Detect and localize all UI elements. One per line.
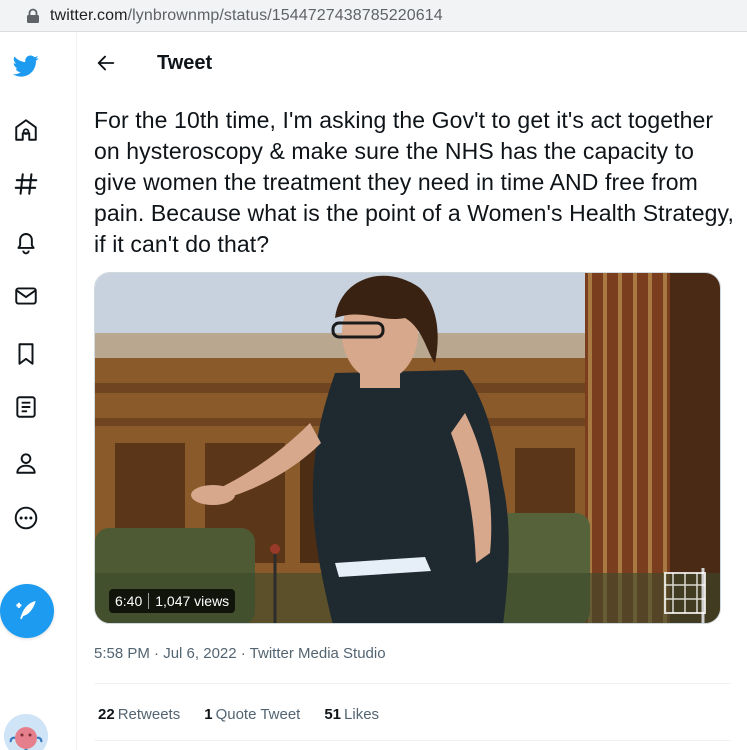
tweet-time[interactable]: 5:58 PM <box>94 645 150 662</box>
url-text[interactable]: twitter.com/lynbrownmp/status/1544727438… <box>50 7 443 25</box>
tweet-text: For the 10th time, I'm asking the Gov't … <box>94 107 734 257</box>
quotes-count: 1 <box>204 706 213 723</box>
notifications-bell-icon[interactable] <box>9 225 43 259</box>
messages-envelope-icon[interactable] <box>9 279 43 313</box>
explore-hashtag-icon[interactable] <box>9 167 43 201</box>
video-thumbnail <box>95 273 720 623</box>
tweet-stats: 22 Retweets 1 Quote Tweet 51 Likes <box>98 706 403 723</box>
home-icon[interactable] <box>9 113 43 147</box>
tweet-date[interactable]: Jul 6, 2022 <box>163 645 236 662</box>
compose-tweet-icon <box>16 601 36 620</box>
likes-label: Likes <box>344 706 380 723</box>
twitter-logo-icon[interactable] <box>9 49 43 83</box>
compose-tweet-button[interactable] <box>0 584 54 638</box>
divider <box>94 683 731 684</box>
account-avatar[interactable] <box>4 714 48 750</box>
sidebar-nav <box>0 32 76 750</box>
divider <box>94 740 731 741</box>
likes-stat[interactable]: 51 Likes <box>324 706 379 723</box>
video-views: 1,047 views <box>155 593 230 609</box>
url-host: twitter.com <box>50 7 128 24</box>
retweets-label: Retweets <box>117 706 181 723</box>
video-info-badge: 6:40 1,047 views <box>109 589 236 613</box>
url-path: /lynbrownmp/status/1544727438785220614 <box>127 7 443 24</box>
url-field[interactable]: twitter.com/lynbrownmp/status/1544727438… <box>4 2 743 30</box>
tweet-metadata: 5:58 PM · Jul 6, 2022 · Twitter Media St… <box>94 645 386 662</box>
retweets-count: 22 <box>98 706 115 723</box>
lists-icon[interactable] <box>9 390 43 424</box>
quote-tweets-stat[interactable]: 1 Quote Tweet <box>204 706 300 723</box>
video-duration: 6:40 <box>109 593 150 609</box>
tweet-source[interactable]: Twitter Media Studio <box>250 645 386 662</box>
page-header: Tweet <box>77 32 747 94</box>
profile-icon[interactable] <box>9 446 43 480</box>
lock-icon[interactable] <box>26 8 42 24</box>
back-arrow-icon <box>97 55 115 71</box>
main-column: Tweet For the 10th time, I'm asking the … <box>76 32 747 750</box>
more-icon[interactable] <box>9 501 43 535</box>
likes-count: 51 <box>324 706 342 723</box>
page-title: Tweet <box>157 52 213 74</box>
meta-separator: · <box>236 645 250 662</box>
quotes-label: Quote Tweet <box>215 706 301 723</box>
bookmarks-icon[interactable] <box>9 337 43 371</box>
meta-separator: · <box>149 645 164 662</box>
back-button[interactable] <box>91 48 121 78</box>
retweets-stat[interactable]: 22 Retweets <box>98 706 180 723</box>
browser-address-bar[interactable]: twitter.com/lynbrownmp/status/1544727438… <box>0 0 747 32</box>
tweet-video[interactable]: 6:40 1,047 views <box>94 272 721 624</box>
